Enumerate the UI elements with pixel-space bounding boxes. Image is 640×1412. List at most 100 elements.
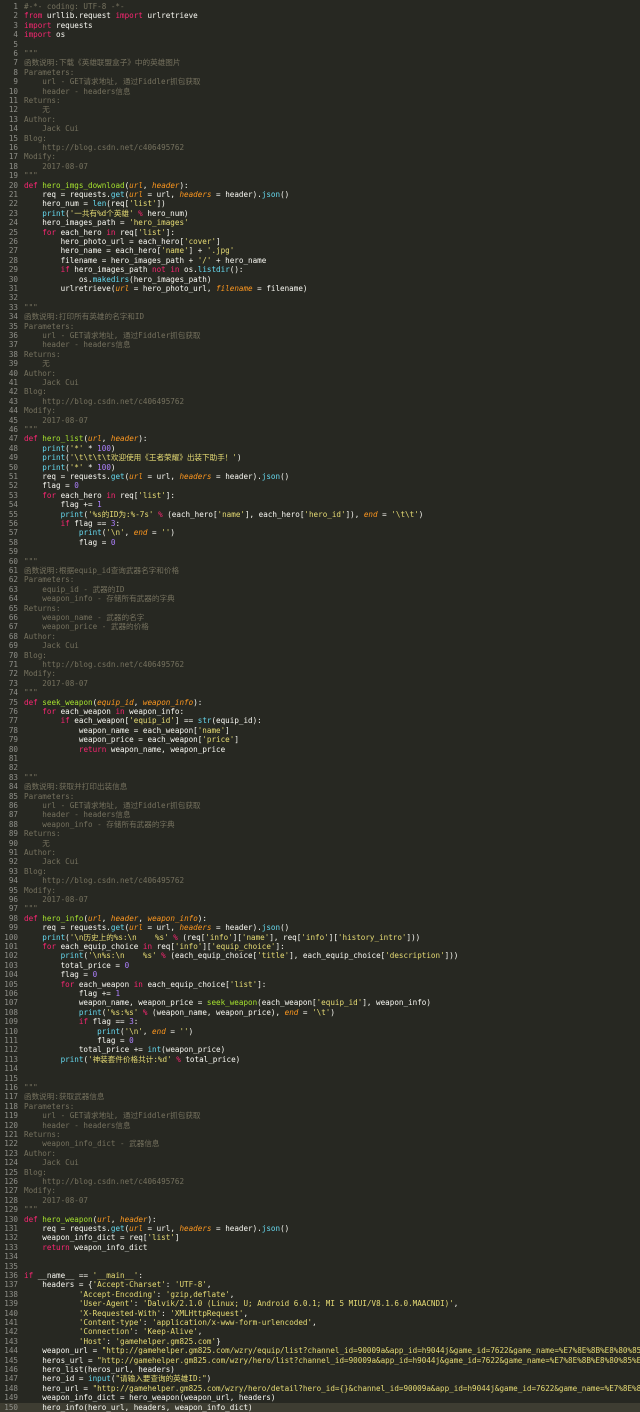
- code-line[interactable]: 16 http://blog.csdn.net/c406495762: [0, 143, 640, 152]
- code-line[interactable]: 128 2017-08-07: [0, 1196, 640, 1205]
- code-line[interactable]: 61 函数说明:根据equip_id查询武器名字和价格: [0, 566, 640, 575]
- code-line[interactable]: 72 Modify:: [0, 669, 640, 678]
- code-line[interactable]: 63 equip_id - 武器的ID: [0, 585, 640, 594]
- code-line[interactable]: 107 weapon_name, weapon_price = seek_wea…: [0, 998, 640, 1007]
- code-line[interactable]: 129 """: [0, 1205, 640, 1214]
- code-line[interactable]: 35 Parameters:: [0, 322, 640, 331]
- code-line[interactable]: 47 def hero_list(url, header):: [0, 434, 640, 443]
- code-line[interactable]: 83 """: [0, 773, 640, 782]
- code-line[interactable]: 37 header - headers信息: [0, 340, 640, 349]
- code-line[interactable]: 76 for each_weapon in weapon_info:: [0, 707, 640, 716]
- code-line[interactable]: 27 hero_name = each_hero['name'] + '.jpg…: [0, 246, 640, 255]
- code-line[interactable]: 13 Author:: [0, 115, 640, 124]
- code-line[interactable]: 89 Returns:: [0, 829, 640, 838]
- code-line[interactable]: 31 urlretrieve(url = hero_photo_url, fil…: [0, 284, 640, 293]
- code-line[interactable]: 5: [0, 40, 640, 49]
- code-line[interactable]: 78 weapon_name = each_weapon['name']: [0, 726, 640, 735]
- code-line[interactable]: 73 2017-08-07: [0, 679, 640, 688]
- code-line[interactable]: 130 def hero_weapon(url, header):: [0, 1215, 640, 1224]
- code-line[interactable]: 91 Author:: [0, 848, 640, 857]
- code-line[interactable]: 53 for each_hero in req['list']:: [0, 491, 640, 500]
- code-line[interactable]: 90 无: [0, 839, 640, 848]
- code-line[interactable]: 145 heros_url = "http://gamehelper.gm825…: [0, 1356, 640, 1365]
- code-line[interactable]: 149 weapon_info_dict = hero_weapon(weapo…: [0, 1393, 640, 1402]
- code-line[interactable]: 109 if flag == 3:: [0, 1017, 640, 1026]
- code-line[interactable]: 2 from urllib.request import urlretrieve: [0, 11, 640, 20]
- code-line[interactable]: 144 weapon_url = "http://gamehelper.gm82…: [0, 1346, 640, 1355]
- code-line[interactable]: 41 Jack Cui: [0, 378, 640, 387]
- code-line[interactable]: 8 Parameters:: [0, 68, 640, 77]
- code-line[interactable]: 99 req = requests.get(url = url, headers…: [0, 923, 640, 932]
- code-line[interactable]: 9 url - GET请求地址, 通过Fiddler抓包获取: [0, 77, 640, 86]
- code-line[interactable]: 122 weapon_info_dict - 武器信息: [0, 1139, 640, 1148]
- code-line[interactable]: 54 flag += 1: [0, 500, 640, 509]
- code-line[interactable]: 116 """: [0, 1083, 640, 1092]
- code-line[interactable]: 124 Jack Cui: [0, 1158, 640, 1167]
- code-line[interactable]: 58 flag = 0: [0, 538, 640, 547]
- code-line[interactable]: 42 Blog:: [0, 387, 640, 396]
- code-line[interactable]: 81: [0, 754, 640, 763]
- code-line[interactable]: 57 print('\n', end = ''): [0, 528, 640, 537]
- code-line[interactable]: 55 print('%s的ID为:%-7s' % (each_hero['nam…: [0, 510, 640, 519]
- code-line[interactable]: 62 Parameters:: [0, 575, 640, 584]
- code-line[interactable]: 132 weapon_info_dict = req['list']: [0, 1233, 640, 1242]
- code-line[interactable]: 143 'Host': 'gamehelper.gm825.com'}: [0, 1337, 640, 1346]
- code-line[interactable]: 133 return weapon_info_dict: [0, 1243, 640, 1252]
- code-line[interactable]: 140 'X-Requested-With': 'XMLHttpRequest'…: [0, 1309, 640, 1318]
- code-line[interactable]: 82: [0, 763, 640, 772]
- code-line[interactable]: 131 req = requests.get(url = url, header…: [0, 1224, 640, 1233]
- code-line[interactable]: 114: [0, 1064, 640, 1073]
- code-line[interactable]: 70 Blog:: [0, 651, 640, 660]
- code-line[interactable]: 7 函数说明:下载《英雄联盟盒子》中的英雄图片: [0, 58, 640, 67]
- code-line[interactable]: 38 Returns:: [0, 350, 640, 359]
- code-line[interactable]: 100 print('\n历史上的%s:\n %s' % (req['info'…: [0, 933, 640, 942]
- code-line[interactable]: 49 print('\t\t\t\t欢迎使用《王者荣耀》出装下助手！'): [0, 453, 640, 462]
- code-line[interactable]: 121 Returns:: [0, 1130, 640, 1139]
- code-line[interactable]: 44 Modify:: [0, 406, 640, 415]
- code-line[interactable]: 39 无: [0, 359, 640, 368]
- code-line[interactable]: 10 header - headers信息: [0, 87, 640, 96]
- code-line[interactable]: 26 hero_photo_url = each_hero['cover']: [0, 237, 640, 246]
- code-line[interactable]: 135: [0, 1262, 640, 1271]
- code-line[interactable]: 117 函数说明:获取武器信息: [0, 1092, 640, 1101]
- code-line[interactable]: 141 'Content-type': 'application/x-www-f…: [0, 1318, 640, 1327]
- code-line[interactable]: 147 hero_id = input("请输入要查询的英雄ID:"): [0, 1374, 640, 1383]
- code-line[interactable]: 23 print('一共有%d个英雄' % hero_num): [0, 209, 640, 218]
- code-line[interactable]: 67 weapon_price - 武器的价格: [0, 622, 640, 631]
- code-line[interactable]: 20 def hero_imgs_download(url, header):: [0, 181, 640, 190]
- code-line[interactable]: 11 Returns:: [0, 96, 640, 105]
- code-line[interactable]: 50 print('*' * 100): [0, 463, 640, 472]
- code-line[interactable]: 95 Modify:: [0, 886, 640, 895]
- code-line[interactable]: 108 print('%s:%s' % (weapon_name, weapon…: [0, 1008, 640, 1017]
- code-line[interactable]: 105 for each_weapon in each_equip_choice…: [0, 980, 640, 989]
- code-line[interactable]: 74 """: [0, 688, 640, 697]
- code-line[interactable]: 77 if each_weapon['equip_id'] == str(equ…: [0, 716, 640, 725]
- code-line[interactable]: 97 """: [0, 904, 640, 913]
- code-line[interactable]: 125 Blog:: [0, 1168, 640, 1177]
- code-line[interactable]: 3 import requests: [0, 21, 640, 30]
- code-line[interactable]: 101 for each_equip_choice in req['info']…: [0, 942, 640, 951]
- code-line[interactable]: 138 'Accept-Encoding': 'gzip,deflate',: [0, 1290, 640, 1299]
- code-line[interactable]: 22 hero_num = len(req['list']): [0, 199, 640, 208]
- code-line[interactable]: 19 """: [0, 171, 640, 180]
- code-line[interactable]: 66 weapon_name - 武器的名字: [0, 613, 640, 622]
- code-line[interactable]: 87 header - headers信息: [0, 810, 640, 819]
- code-line[interactable]: 65 Returns:: [0, 604, 640, 613]
- code-line[interactable]: 120 header - headers信息: [0, 1121, 640, 1130]
- code-line[interactable]: 46 """: [0, 425, 640, 434]
- code-line[interactable]: 134: [0, 1252, 640, 1261]
- code-line[interactable]: 64 weapon_info - 存储所有武器的字典: [0, 594, 640, 603]
- code-line[interactable]: 71 http://blog.csdn.net/c406495762: [0, 660, 640, 669]
- code-line[interactable]: 93 Blog:: [0, 867, 640, 876]
- code-line[interactable]: 103 total_price = 0: [0, 961, 640, 970]
- code-line[interactable]: 146 hero_list(heros_url, headers): [0, 1365, 640, 1374]
- code-line[interactable]: 106 flag += 1: [0, 989, 640, 998]
- code-line[interactable]: 96 2017-08-07: [0, 895, 640, 904]
- code-line[interactable]: 112 total_price += int(weapon_price): [0, 1045, 640, 1054]
- code-line[interactable]: 17 Modify:: [0, 152, 640, 161]
- code-line[interactable]: 86 url - GET请求地址, 通过Fiddler抓包获取: [0, 801, 640, 810]
- code-line[interactable]: 68 Author:: [0, 632, 640, 641]
- code-line[interactable]: 60 """: [0, 557, 640, 566]
- code-line[interactable]: 45 2017-08-07: [0, 416, 640, 425]
- code-line[interactable]: 148 hero_url = "http://gamehelper.gm825.…: [0, 1384, 640, 1393]
